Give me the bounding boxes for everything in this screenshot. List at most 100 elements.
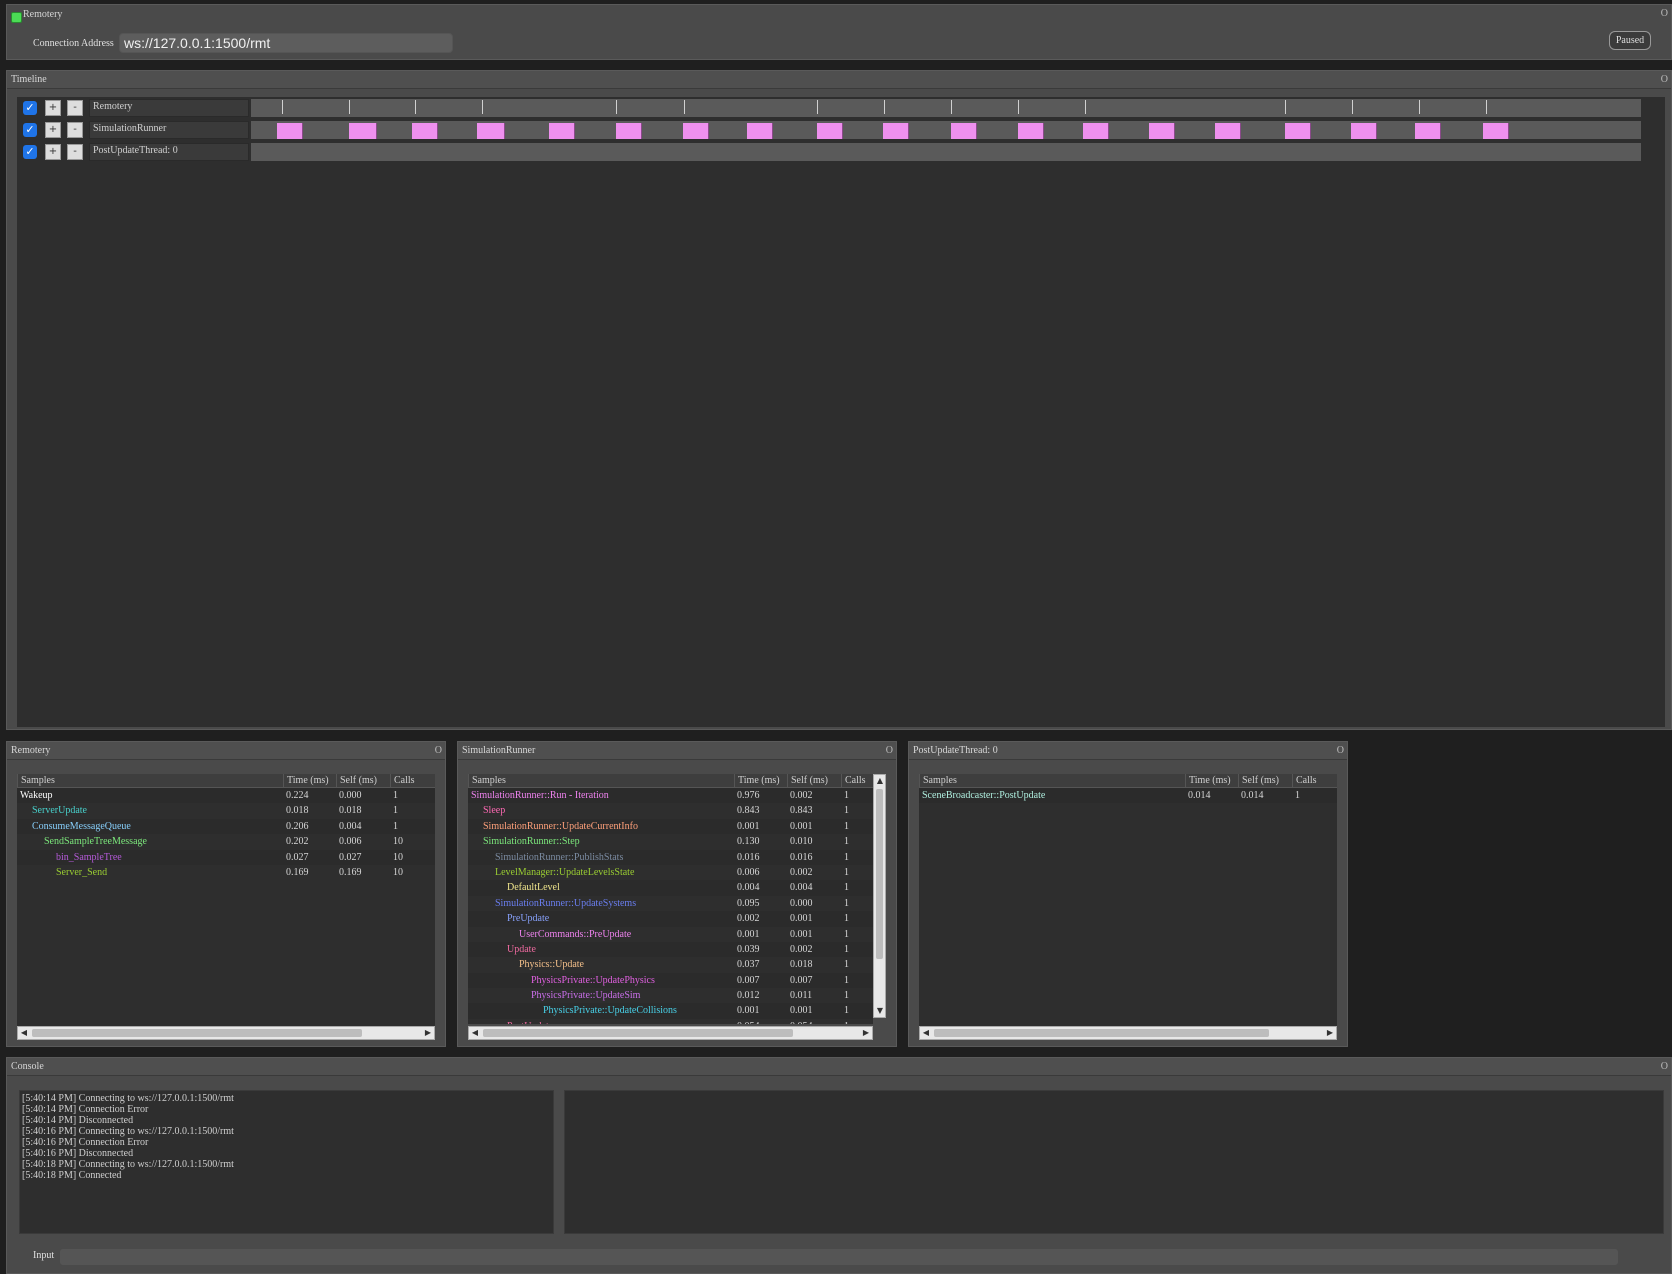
samples-grid: Samples Time (ms) Self (ms) Calls Wakeup… (17, 774, 435, 1030)
sample-row[interactable]: PostUpdate 0.054 0.054 1 (468, 1019, 873, 1024)
sample-block[interactable] (683, 123, 709, 139)
sample-block[interactable] (1483, 123, 1509, 139)
sample-block[interactable] (951, 123, 977, 139)
collapse-button[interactable]: - (67, 144, 83, 160)
connection-address-input[interactable]: ws://127.0.0.1:1500/rmt (119, 33, 453, 53)
column-time[interactable]: Time (ms) (1185, 774, 1238, 788)
pause-button[interactable]: Paused (1609, 31, 1651, 50)
sample-block[interactable] (349, 123, 377, 139)
horizontal-scrollbar[interactable]: ◀ ▶ (17, 1026, 435, 1040)
sample-row[interactable]: Sleep 0.843 0.843 1 (468, 803, 873, 818)
sample-row[interactable]: Server_Send 0.169 0.169 10 (17, 865, 435, 880)
sample-self: 0.002 (790, 943, 813, 955)
console-close-button[interactable]: O (1661, 1058, 1668, 1076)
column-samples[interactable]: Samples (468, 774, 734, 788)
sample-block[interactable] (1018, 123, 1044, 139)
scroll-right-icon[interactable]: ▶ (422, 1027, 434, 1039)
scroll-down-icon[interactable]: ▼ (874, 1005, 886, 1017)
sample-block[interactable] (616, 123, 642, 139)
horizontal-scrollbar[interactable]: ◀ ▶ (468, 1026, 873, 1040)
sample-block[interactable] (1285, 123, 1311, 139)
sample-row[interactable]: PhysicsPrivate::UpdateCollisions 0.001 0.0… (468, 1003, 873, 1019)
samples-window-close-button[interactable]: O (1337, 742, 1344, 760)
samples-window-close-button[interactable]: O (886, 742, 893, 760)
scroll-left-icon[interactable]: ◀ (920, 1027, 932, 1039)
samples-grid-body: Wakeup 0.224 0.000 1 ServerUpdate 0.018 0.018 1… (17, 788, 435, 880)
scrollbar-thumb[interactable] (483, 1029, 793, 1037)
sample-row[interactable]: SendSampleTreeMessage 0.202 0.006 10 (17, 834, 435, 849)
thread-track[interactable] (251, 99, 1641, 117)
sample-row[interactable]: bin_SampleTree 0.027 0.027 10 (17, 849, 435, 865)
sample-row[interactable]: PhysicsPrivate::UpdatePhysics 0.007 0.007 1 (468, 972, 873, 989)
column-self[interactable]: Self (ms) (336, 774, 390, 788)
sample-row[interactable]: Physics::Update 0.037 0.018 1 (468, 957, 873, 972)
scroll-right-icon[interactable]: ▶ (1324, 1027, 1336, 1039)
sample-row[interactable]: ServerUpdate 0.018 0.018 1 (17, 803, 435, 818)
column-calls[interactable]: Calls (841, 774, 873, 788)
thread-track[interactable] (251, 121, 1641, 139)
sample-block[interactable] (817, 123, 843, 139)
thread-visible-checkbox[interactable]: ✓ (23, 101, 37, 115)
sample-row[interactable]: Wakeup 0.224 0.000 1 (17, 788, 435, 804)
sample-time: 0.202 (286, 836, 309, 848)
column-calls[interactable]: Calls (390, 774, 435, 788)
sample-block[interactable] (1215, 123, 1241, 139)
sample-block[interactable] (412, 123, 438, 139)
vertical-scrollbar[interactable]: ▲ ▼ (873, 774, 886, 1018)
sample-row[interactable]: SimulationRunner::Run - Iteration 0.976 0.… (468, 788, 873, 804)
sample-block[interactable] (1083, 123, 1109, 139)
sample-row[interactable]: PhysicsPrivate::UpdateSim 0.012 0.011 1 (468, 988, 873, 1003)
collapse-button[interactable]: - (67, 100, 83, 116)
sample-row[interactable]: LevelManager::UpdateLevelsState 0.006 0.00… (468, 865, 873, 880)
sample-row[interactable]: SceneBroadcaster::PostUpdate 0.014 0.014 1 (919, 788, 1337, 804)
thread-visible-checkbox[interactable]: ✓ (23, 123, 37, 137)
scrollbar-thumb[interactable] (934, 1029, 1269, 1037)
console-input[interactable] (59, 1248, 1619, 1266)
sample-name: SceneBroadcaster::PostUpdate (922, 790, 1046, 801)
scrollbar-thumb[interactable] (32, 1029, 362, 1037)
timeline-close-button[interactable]: O (1661, 71, 1668, 89)
sample-row[interactable]: SimulationRunner::UpdateCurrentInfo 0.001… (468, 818, 873, 835)
sample-row[interactable]: DefaultLevel 0.004 0.004 1 (468, 880, 873, 896)
sample-block[interactable] (477, 123, 505, 139)
sample-block[interactable] (747, 123, 773, 139)
column-self[interactable]: Self (ms) (1238, 774, 1292, 788)
scroll-up-icon[interactable]: ▲ (874, 775, 886, 787)
expand-button[interactable]: + (45, 144, 61, 160)
sample-block[interactable] (883, 123, 909, 139)
sample-row[interactable]: UserCommands::PreUpdate 0.001 0.001 1 (468, 927, 873, 942)
sample-block[interactable] (549, 123, 575, 139)
collapse-button[interactable]: - (67, 122, 83, 138)
column-time[interactable]: Time (ms) (734, 774, 787, 788)
sample-block[interactable] (1415, 123, 1441, 139)
sample-block[interactable] (1351, 123, 1377, 139)
scrollbar-thumb[interactable] (876, 789, 883, 959)
timeline-area[interactable]: ✓ + - Remotery ✓ + - SimulationRunner ✓ … (17, 97, 1665, 727)
scroll-right-icon[interactable]: ▶ (860, 1027, 872, 1039)
thread-track[interactable] (251, 143, 1641, 161)
scroll-left-icon[interactable]: ◀ (469, 1027, 481, 1039)
sample-row[interactable]: ConsumeMessageQueue 0.206 0.004 1 (17, 818, 435, 835)
sample-row[interactable]: PreUpdate 0.002 0.001 1 (468, 911, 873, 927)
sample-calls: 1 (844, 1019, 849, 1024)
sample-row[interactable]: SimulationRunner::UpdateSystems 0.095 0.00… (468, 896, 873, 911)
horizontal-scrollbar[interactable]: ◀ ▶ (919, 1026, 1337, 1040)
column-samples[interactable]: Samples (919, 774, 1185, 788)
sample-row[interactable]: SimulationRunner::PublishStats 0.016 0.016… (468, 849, 873, 865)
scroll-left-icon[interactable]: ◀ (18, 1027, 30, 1039)
frame-marker (349, 100, 350, 114)
column-calls[interactable]: Calls (1292, 774, 1337, 788)
remotery-close-button[interactable]: O (1661, 5, 1668, 23)
sample-block[interactable] (1149, 123, 1175, 139)
column-time[interactable]: Time (ms) (283, 774, 336, 788)
thread-visible-checkbox[interactable]: ✓ (23, 145, 37, 159)
expand-button[interactable]: + (45, 122, 61, 138)
column-self[interactable]: Self (ms) (787, 774, 841, 788)
expand-button[interactable]: + (45, 100, 61, 116)
column-samples[interactable]: Samples (17, 774, 283, 788)
sample-row[interactable]: Update 0.039 0.002 1 (468, 941, 873, 958)
sample-block[interactable] (277, 123, 303, 139)
sample-name: PhysicsPrivate::UpdateSim (531, 990, 641, 1002)
sample-row[interactable]: SimulationRunner::Step 0.130 0.010 1 (468, 834, 873, 849)
samples-window-close-button[interactable]: O (435, 742, 442, 760)
